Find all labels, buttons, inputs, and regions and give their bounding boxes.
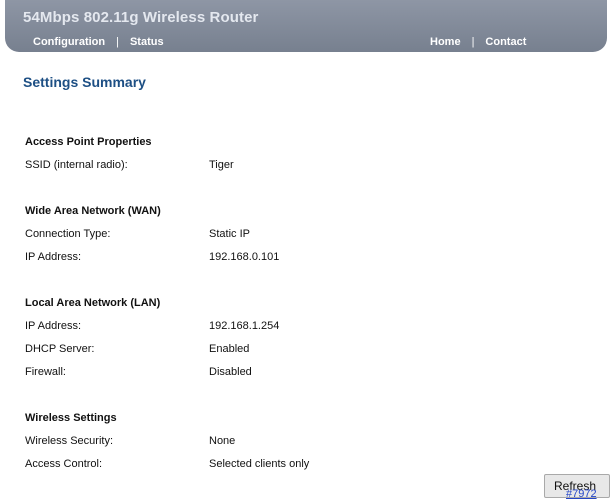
wan-connection-type-value: Static IP	[209, 228, 250, 240]
section-title-access-point: Access Point Properties	[25, 136, 152, 148]
wireless-security-label: Wireless Security:	[25, 435, 114, 447]
lan-ip-value: 192.168.1.254	[209, 320, 280, 332]
ssid-value: Tiger	[209, 159, 234, 171]
access-control-label: Access Control:	[25, 458, 103, 470]
nav-right: Home | Contact	[430, 36, 526, 48]
nav-configuration[interactable]: Configuration	[33, 36, 105, 48]
app-title: 54Mbps 802.11g Wireless Router	[23, 9, 259, 26]
lan-ip-label: IP Address:	[25, 320, 82, 332]
ssid-label: SSID (internal radio):	[25, 159, 128, 171]
nav-home[interactable]: Home	[430, 36, 461, 48]
dhcp-server-label: DHCP Server:	[25, 343, 95, 355]
wan-ip-label: IP Address:	[25, 251, 82, 263]
wan-ip-value: 192.168.0.101	[209, 251, 280, 263]
page-title: Settings Summary	[23, 74, 146, 90]
dhcp-server-value: Enabled	[209, 343, 250, 355]
wireless-security-value: None	[209, 435, 236, 447]
section-title-wireless: Wireless Settings	[25, 412, 117, 424]
nav-separator: |	[471, 36, 475, 48]
nav-separator: |	[116, 36, 119, 48]
watermark-id: #7972	[566, 488, 597, 500]
nav-status[interactable]: Status	[130, 36, 164, 48]
wan-connection-type-label: Connection Type:	[25, 228, 111, 240]
nav-contact[interactable]: Contact	[485, 36, 526, 48]
nav-left: Configuration | Status	[33, 36, 164, 48]
firewall-value: Disabled	[209, 366, 252, 378]
firewall-label: Firewall:	[25, 366, 66, 378]
section-title-wan: Wide Area Network (WAN)	[25, 205, 161, 217]
section-title-lan: Local Area Network (LAN)	[25, 297, 161, 309]
access-control-value: Selected clients only	[209, 458, 310, 470]
header-bar: 54Mbps 802.11g Wireless Router Configura…	[5, 0, 607, 52]
